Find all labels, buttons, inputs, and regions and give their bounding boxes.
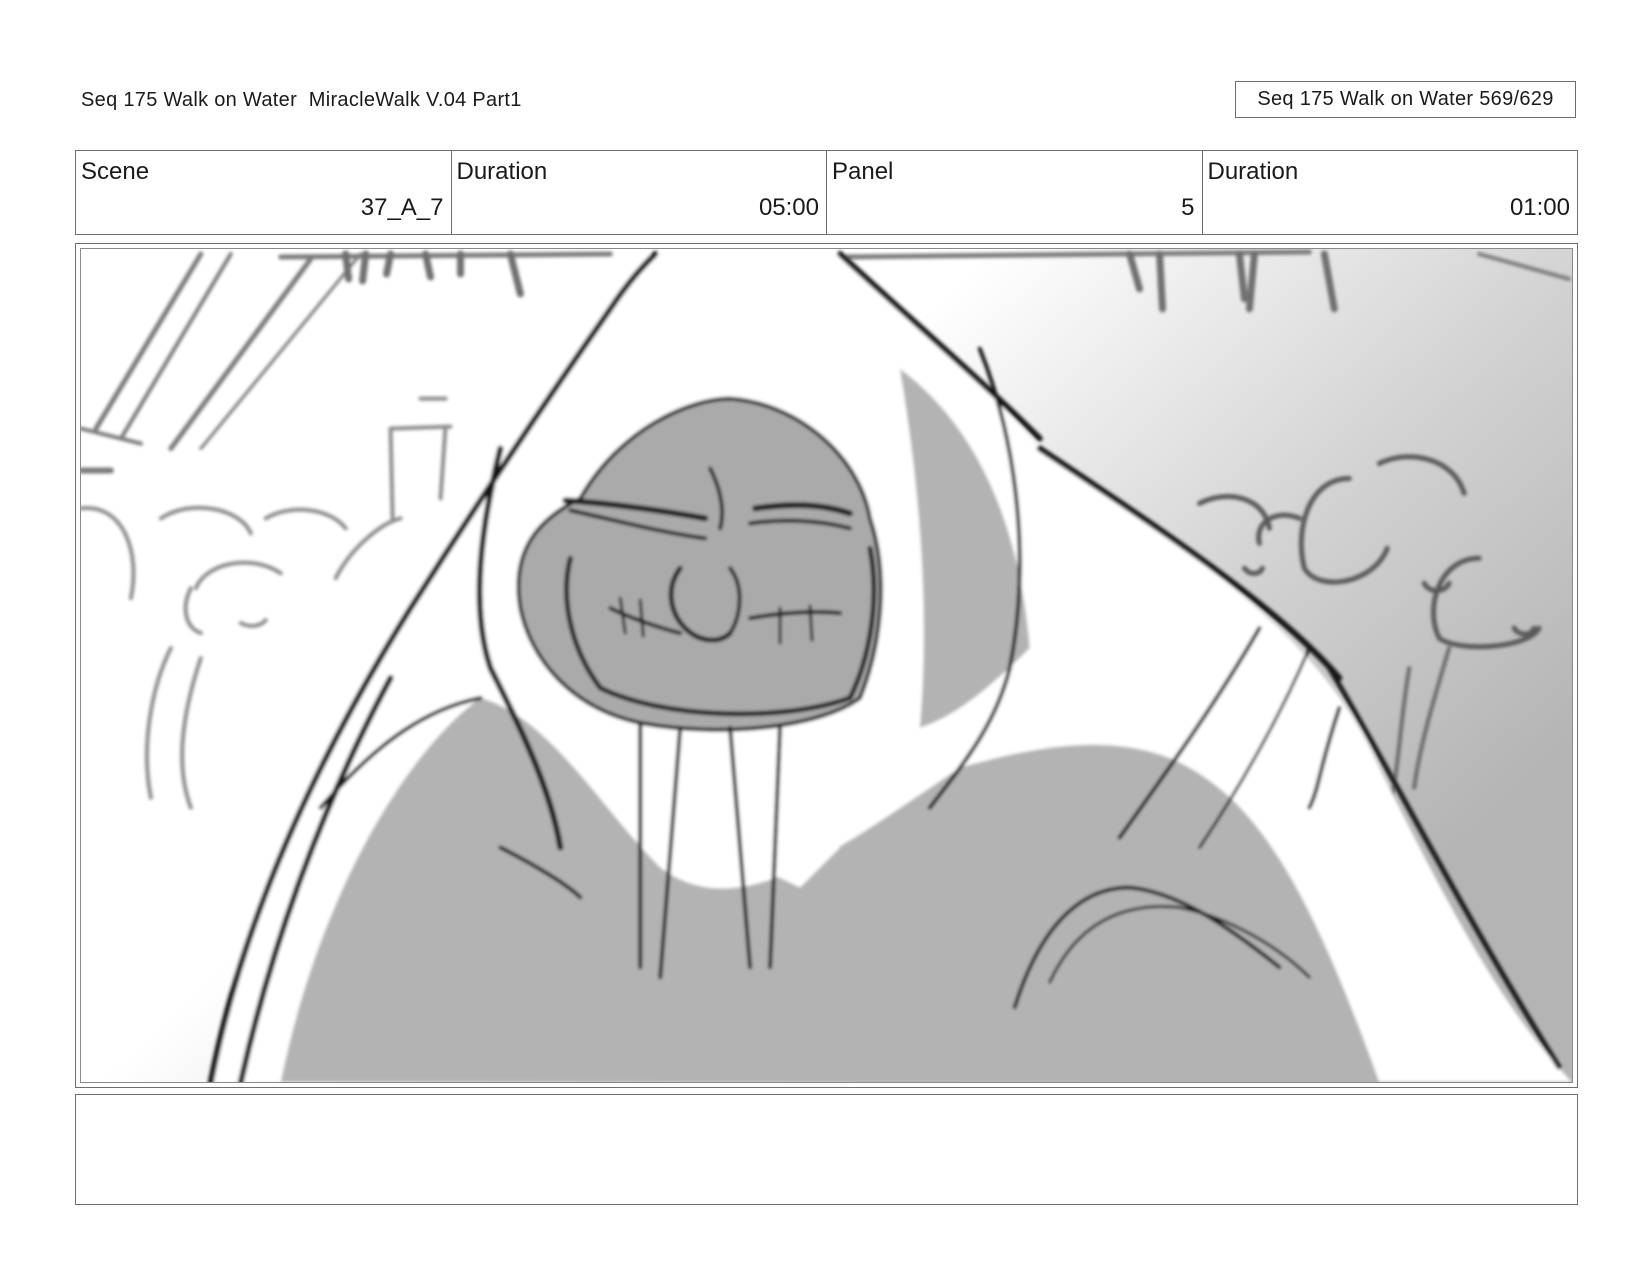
info-table: Scene 37_A_7 Duration 05:00 Panel 5 Dura… (75, 150, 1578, 235)
scene-duration-value: 05:00 (758, 194, 819, 221)
scene-cell: Scene 37_A_7 (76, 151, 452, 234)
sketch-drawing (81, 249, 1572, 1082)
scene-label: Scene (81, 158, 150, 185)
scene-value: 37_A_7 (360, 194, 444, 221)
panel-label: Panel (832, 158, 894, 185)
scene-duration-cell: Duration 05:00 (452, 151, 827, 234)
panel-duration-label: Duration (1207, 158, 1299, 185)
panel-cell: Panel 5 (827, 151, 1203, 234)
panel-notes-box (75, 1094, 1578, 1205)
scene-duration-label: Duration (456, 158, 548, 185)
document-title: Seq 175 Walk on Water MiracleWalk V.04 P… (81, 89, 522, 111)
panel-duration-value: 01:00 (1509, 194, 1570, 221)
page-counter: Seq 175 Walk on Water 569/629 (1235, 81, 1576, 118)
storyboard-sketch-image (80, 248, 1573, 1083)
panel-duration-cell: Duration 01:00 (1203, 151, 1578, 234)
storyboard-panel (75, 243, 1578, 1088)
panel-value: 5 (1181, 194, 1195, 221)
